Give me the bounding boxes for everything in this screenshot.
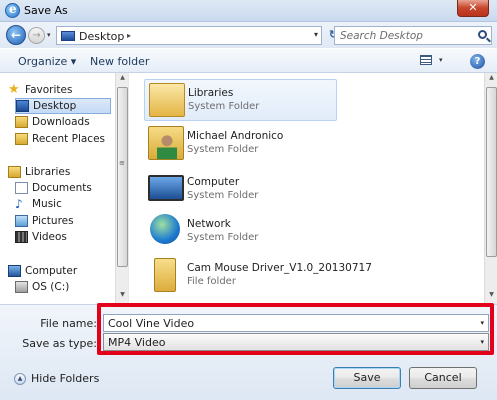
zip-folder-icon [154,258,176,292]
nav-label: Videos [32,231,67,243]
recent-places-icon [15,133,28,145]
file-item-user[interactable]: Michael Andronico System Folder [144,123,337,165]
file-type: File folder [187,276,236,287]
file-type: System Folder [187,232,259,243]
save-button[interactable]: Save [333,367,401,389]
nav-pictures[interactable]: Pictures [15,214,111,230]
hide-folders-label: Hide Folders [31,372,100,385]
search-input[interactable] [335,27,465,44]
file-name: Computer [187,176,240,188]
file-name-value[interactable]: Cool Vine Video [108,317,194,330]
search-icon[interactable] [478,30,487,39]
file-item-computer[interactable]: Computer System Folder [144,169,337,211]
file-type: System Folder [187,144,259,155]
file-item-libraries[interactable]: Libraries System Folder [144,79,337,121]
back-arrow-icon[interactable]: ← [6,25,26,45]
save-as-type-label: Save as type: [22,337,97,350]
desktop-icon [16,100,29,112]
file-name-dropdown-icon[interactable]: ▾ [480,319,484,327]
downloads-icon [15,116,28,128]
nav-label: Music [32,198,62,210]
file-name-field[interactable]: Cool Vine Video ▾ [103,314,489,332]
nav-label: Recent Places [32,133,106,145]
change-view-icon[interactable] [420,55,432,65]
nav-label: Downloads [32,116,90,128]
file-name: Libraries [188,87,234,99]
libraries-folder-icon [149,83,185,117]
save-as-type-dropdown-icon[interactable]: ▾ [480,338,484,346]
desktop-icon [61,31,75,41]
address-dropdown-icon[interactable]: ▾ [314,30,318,39]
scrollbar-thumb[interactable] [117,87,128,267]
organize-button[interactable]: Organize ▾ [18,55,76,68]
breadcrumb[interactable]: Desktop ▸ ▾ [56,26,322,45]
nav-label: Desktop [33,100,77,112]
file-type: System Folder [187,190,259,201]
nav-label: Pictures [32,215,74,227]
star-icon: ★ [8,82,20,97]
nav-label: Libraries [25,166,71,178]
view-options-chevron-icon[interactable]: ▾ [439,56,443,64]
address-bar: ← → ▾ Desktop ▸ ▾ ↻ [0,22,497,48]
nav-music[interactable]: ♪ Music [15,197,111,213]
user-folder-icon [148,126,184,160]
file-name: Cam Mouse Driver_V1.0_20130717 [187,262,372,274]
save-as-type-value[interactable]: MP4 Video [108,336,165,349]
recent-pages-chevron-icon[interactable]: ▾ [47,31,51,39]
scroll-up-arrow-icon[interactable]: ▲ [117,74,128,85]
internet-explorer-icon [5,2,20,18]
computer-icon [148,175,184,201]
documents-icon [15,182,28,194]
hard-drive-icon [15,281,28,293]
breadcrumb-separator-icon[interactable]: ▸ [127,31,131,40]
film-strip-icon [15,231,28,243]
nav-favorites[interactable]: ★ Favorites [8,83,108,99]
nav-label: Favorites [25,84,73,96]
nav-os-drive[interactable]: OS (C:) [15,280,111,296]
file-list-scrollbar[interactable]: ▲ ▼ [484,73,497,304]
music-note-icon: ♪ [15,197,23,211]
file-list: Libraries System Folder Michael Andronic… [128,73,484,304]
nav-label: Documents [32,182,92,194]
scroll-down-arrow-icon[interactable]: ▼ [486,291,497,302]
window-title: Save As [24,4,68,17]
pictures-icon [15,215,28,227]
scrollbar-grip-icon: ≡ [119,159,125,167]
save-as-type-select[interactable]: MP4 Video ▾ [103,333,489,351]
nav-libraries[interactable]: Libraries [8,165,108,181]
nav-documents[interactable]: Documents [15,181,111,197]
help-icon[interactable]: ? [470,54,485,69]
close-button[interactable]: ✕ [457,0,489,17]
file-name: Michael Andronico [187,130,284,142]
computer-icon [8,265,21,277]
nav-downloads[interactable]: Downloads [15,115,111,131]
chevron-up-icon: ▲ [14,373,26,385]
file-type: System Folder [188,101,260,112]
libraries-icon [8,166,21,178]
scroll-up-arrow-icon[interactable]: ▲ [486,74,497,85]
nav-label: Computer [25,265,78,277]
command-toolbar: Organize ▾ New folder ▾ ? [0,48,497,73]
new-folder-button[interactable]: New folder [90,55,149,68]
cancel-button[interactable]: Cancel [409,367,477,389]
scroll-down-arrow-icon[interactable]: ▼ [117,291,128,302]
nav-computer[interactable]: Computer [8,264,108,280]
save-form: File name: Cool Vine Video ▾ Save as typ… [0,304,497,400]
file-item-cam-mouse-driver[interactable]: Cam Mouse Driver_V1.0_20130717 File fold… [144,255,372,297]
breadcrumb-desktop[interactable]: Desktop [79,30,124,43]
search-box[interactable] [334,26,492,45]
scrollbar-thumb[interactable] [486,87,497,257]
nav-recent-places[interactable]: Recent Places [15,132,115,148]
nav-desktop[interactable]: Desktop [15,98,111,114]
nav-label: OS (C:) [32,281,70,293]
file-name-label: File name: [40,317,97,330]
nav-videos[interactable]: Videos [15,230,111,246]
navigation-pane-scrollbar[interactable]: ▲ ≡ ▼ [115,73,128,304]
navigation-pane: ★ Favorites Desktop Downloads Recent Pla… [0,73,115,304]
network-globe-icon [150,214,180,244]
forward-arrow-icon[interactable]: → [28,27,45,44]
file-name: Network [187,218,231,230]
file-item-network[interactable]: Network System Folder [144,211,337,253]
title-bar: Save As ✕ [0,0,497,22]
